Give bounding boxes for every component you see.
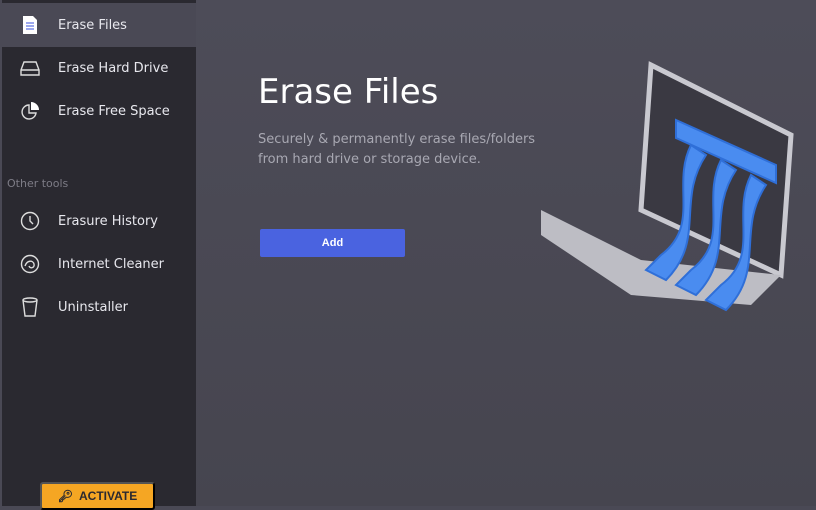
sidebar-item-label: Erasure History — [58, 213, 158, 229]
file-icon — [2, 15, 58, 35]
trash-icon — [2, 297, 58, 317]
sidebar-item-label: Erase Free Space — [58, 103, 170, 119]
section-label: Other tools — [7, 177, 69, 190]
hard-drive-icon — [2, 60, 58, 76]
page-title: Erase Files — [258, 72, 439, 112]
sidebar-item-internet-cleaner[interactable]: Internet Cleaner — [2, 242, 196, 286]
sidebar-item-label: Erase Hard Drive — [58, 60, 169, 76]
key-icon: 🔑︎ — [57, 489, 73, 503]
sidebar-item-label: Internet Cleaner — [58, 256, 164, 272]
sidebar-item-label: Uninstaller — [58, 299, 129, 315]
globe-icon — [2, 254, 58, 274]
sidebar-item-uninstaller[interactable]: Uninstaller — [2, 285, 196, 329]
main-panel: Erase Files Securely & permanently erase… — [196, 0, 816, 506]
sidebar-item-erase-files[interactable]: Erase Files — [2, 3, 196, 47]
sidebar-item-erase-free-space[interactable]: Erase Free Space — [2, 89, 196, 133]
sidebar-item-erase-hard-drive[interactable]: Erase Hard Drive — [2, 46, 196, 90]
sidebar: Erase Files Erase Hard Drive Erase Free … — [2, 0, 196, 510]
sidebar-item-erasure-history[interactable]: Erasure History — [2, 199, 196, 243]
clock-icon — [2, 211, 58, 231]
page-description: Securely & permanently erase files/folde… — [258, 132, 536, 167]
shredder-illustration — [541, 61, 794, 312]
add-button[interactable]: Add — [260, 229, 405, 257]
pie-chart-icon — [2, 101, 58, 121]
sidebar-item-label: Erase Files — [58, 17, 127, 33]
